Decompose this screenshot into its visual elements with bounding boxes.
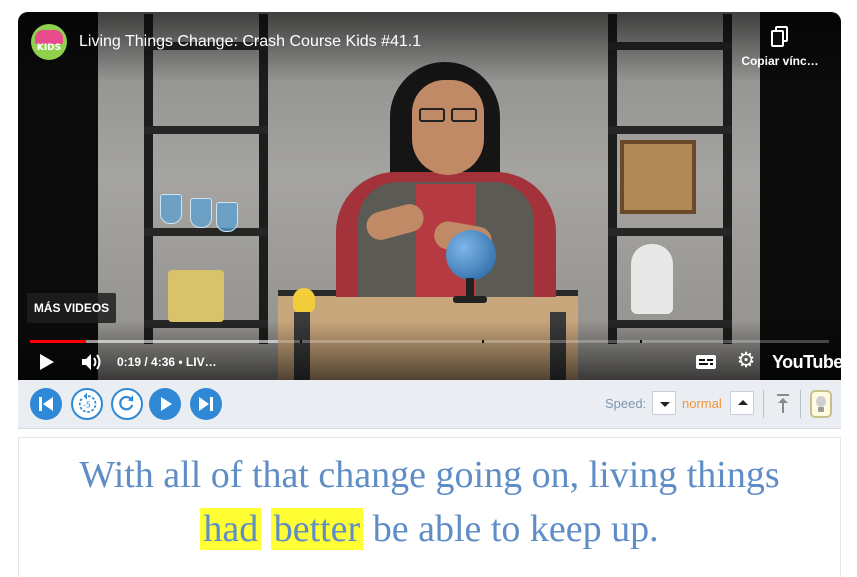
copy-link-button[interactable]: Copiar vínc… (736, 24, 824, 84)
flask-right (216, 202, 238, 232)
caption-panel: With all of that change going on, living… (18, 437, 841, 577)
replay-5-button[interactable]: -5 (71, 388, 103, 420)
captions-icon[interactable] (696, 355, 716, 369)
svg-text:-5: -5 (83, 401, 91, 410)
youtube-logo[interactable]: YouTube (772, 352, 841, 373)
gear-icon[interactable]: ⚙ (735, 350, 757, 372)
play-icon[interactable] (40, 354, 54, 370)
channel-logo[interactable]: KIDS (31, 24, 67, 60)
skip-forward-button[interactable] (190, 388, 222, 420)
skip-forward-icon (199, 397, 213, 411)
globe (446, 230, 496, 280)
presenter-face (412, 80, 484, 175)
abacus (620, 140, 696, 214)
back-to-top-button[interactable] (774, 391, 792, 417)
flask-middle (190, 198, 212, 228)
caption-line-1[interactable]: With all of that change going on, living… (79, 454, 779, 496)
presenter-glasses (415, 108, 481, 122)
skip-back-icon (39, 397, 53, 411)
play-icon (161, 397, 172, 411)
playback-toolbar: -5 Speed: normal (18, 380, 841, 429)
caption-word-had[interactable]: had (200, 508, 262, 550)
divider (800, 390, 801, 418)
video-player[interactable]: KIDS Living Things Change: Crash Course … (18, 12, 841, 380)
globe-base (453, 296, 487, 303)
divider (763, 390, 764, 418)
pikachu-figure (293, 288, 315, 312)
speed-value: normal (682, 396, 722, 411)
hint-button[interactable] (810, 390, 832, 418)
robot-figure (631, 244, 673, 314)
speed-decrease-button[interactable] (652, 391, 676, 415)
more-videos-button[interactable]: MÁS VIDEOS (27, 293, 116, 323)
flask-left (160, 194, 182, 224)
progress-played (30, 340, 86, 343)
progress-bar[interactable] (30, 340, 829, 343)
time-display: 0:19 / 4:36 • LIV… (117, 355, 217, 369)
skip-back-button[interactable] (30, 388, 62, 420)
lego-block (168, 270, 224, 322)
previous-caption-fragment (0, 0, 857, 12)
repeat-icon (119, 395, 134, 411)
lightbulb-icon (816, 396, 826, 407)
replay-5-icon: -5 (78, 392, 97, 413)
caption-word-better[interactable]: better (270, 508, 364, 550)
play-button[interactable] (149, 388, 181, 420)
repeat-button[interactable] (111, 388, 143, 420)
caption-text: With all of that change going on, living… (19, 448, 840, 556)
copy-link-label: Copiar vínc… (741, 54, 819, 68)
video-title[interactable]: Living Things Change: Crash Course Kids … (79, 33, 421, 51)
caption-line-2[interactable]: be able to keep up. (373, 508, 659, 550)
channel-logo-text: KIDS (36, 43, 62, 53)
player-controls: 0:19 / 4:36 • LIV… ⚙ YouTube (18, 346, 841, 380)
globe-stand (466, 278, 474, 298)
speed-label: Speed: (605, 396, 647, 411)
copy-icon (770, 26, 790, 48)
speed-increase-button[interactable] (730, 391, 754, 415)
volume-icon[interactable] (80, 352, 104, 372)
